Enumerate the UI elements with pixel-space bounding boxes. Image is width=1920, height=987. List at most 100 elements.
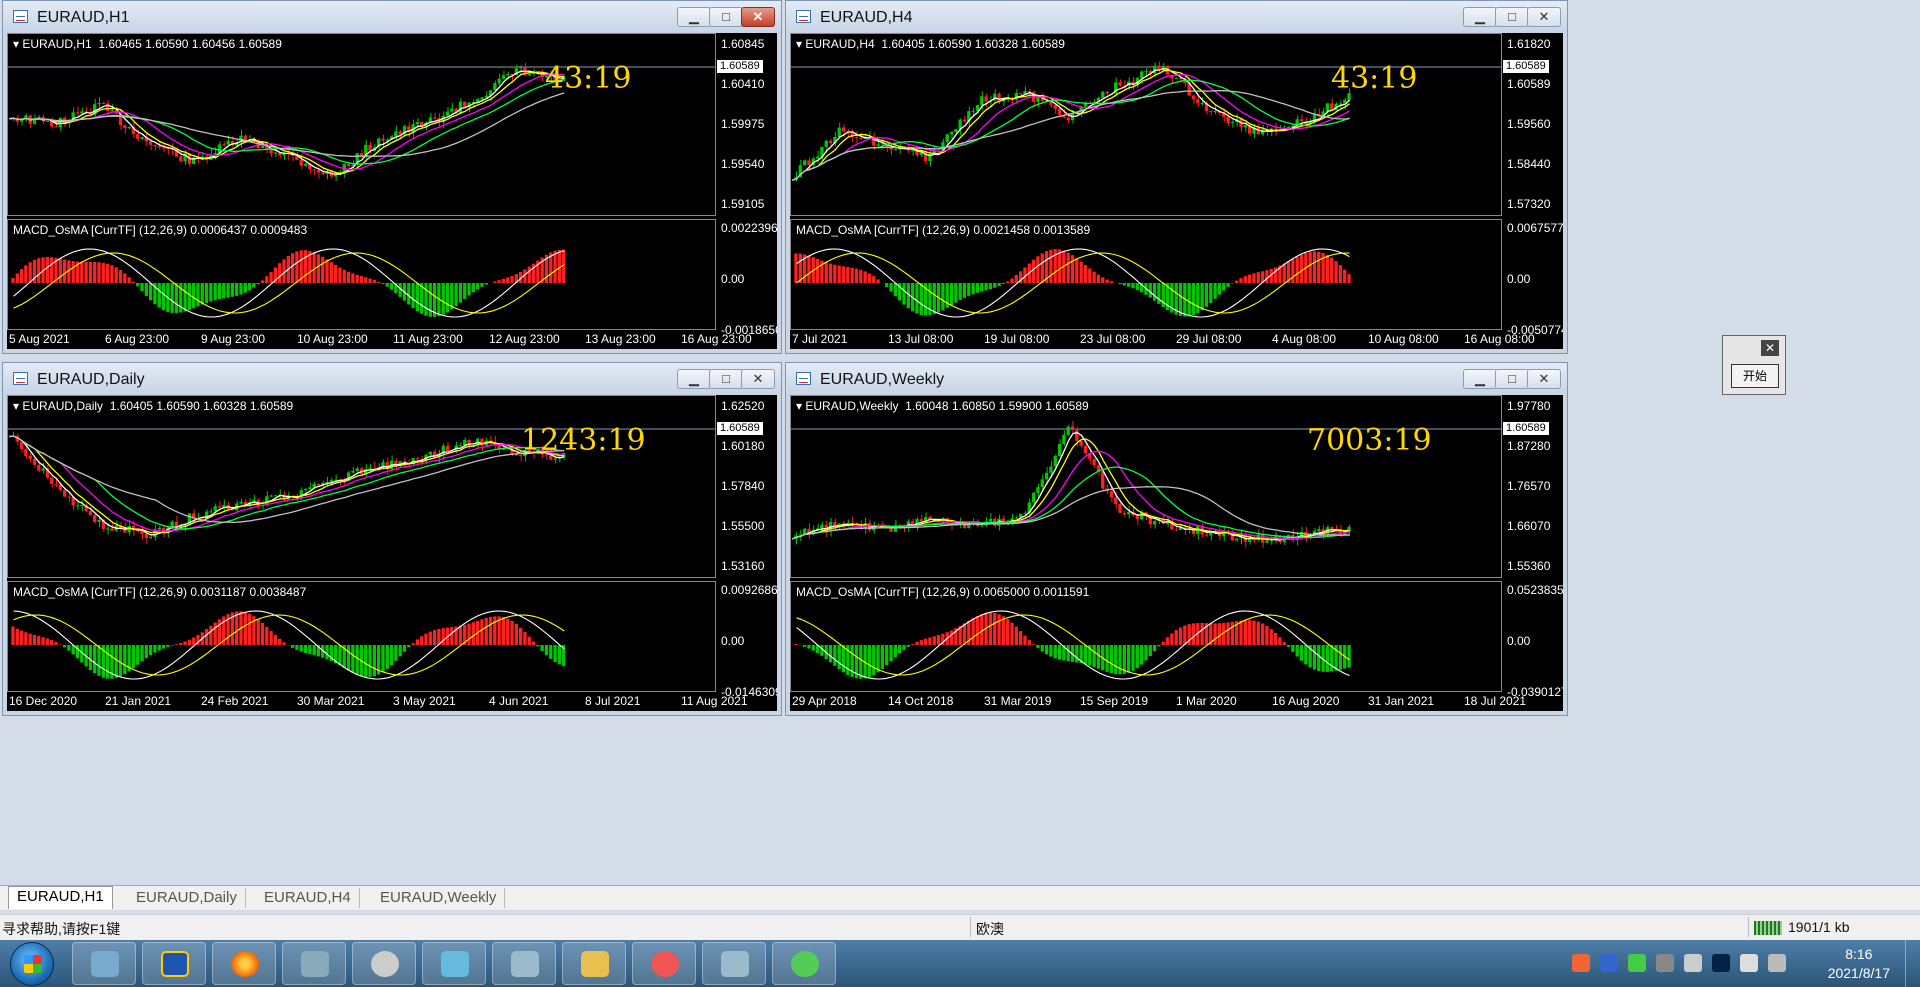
time-axis-label: 9 Aug 23:00 (201, 332, 266, 346)
chart-window-daily[interactable]: EURAUD,Daily ▁ □ ✕ ▾ EURAUD,Daily 1.6040… (2, 362, 782, 716)
price-axis-label: 1.59105 (721, 197, 765, 211)
time-axis-label: 16 Dec 2020 (9, 694, 78, 708)
status-bar: 寻求帮助,请按F1键 欧澳 1901/1 kb (0, 914, 1920, 941)
status-profile: 欧澳 (976, 921, 1004, 937)
show-desktop-button[interactable] (1905, 940, 1920, 987)
close-button[interactable]: ✕ (1527, 369, 1561, 389)
signal-icon[interactable] (1768, 954, 1786, 972)
time-axis-label: 1 Mar 2020 (1176, 694, 1237, 708)
status-traffic: 1901/1 kb (1788, 919, 1850, 935)
system-clock[interactable]: 8:16 2021/8/17 (1828, 940, 1890, 981)
ohlc-header: ▾ EURAUD,H4 1.60405 1.60590 1.60328 1.60… (796, 37, 1065, 51)
time-axis-label: 24 Feb 2021 (201, 694, 269, 708)
minimize-button[interactable]: ▁ (677, 369, 711, 389)
close-button[interactable]: ✕ (741, 369, 775, 389)
price-axis-label: 1.57840 (721, 479, 765, 493)
time-axis-label: 11 Aug 23:00 (393, 332, 463, 346)
tray-app-icon[interactable] (1572, 954, 1590, 972)
window-titlebar[interactable]: EURAUD,H1 ▁ □ ✕ (3, 1, 781, 33)
game-icon[interactable] (632, 942, 696, 985)
monitor-icon[interactable] (1712, 954, 1730, 972)
macd-axis-label: 0.0067577 (1507, 221, 1563, 235)
mute-icon[interactable] (1740, 954, 1758, 972)
chart-canvas[interactable]: ▾ EURAUD,Daily 1.60405 1.60590 1.60328 1… (7, 395, 777, 711)
maximize-button[interactable]: □ (1495, 369, 1529, 389)
macd-indicator-label: MACD_OsMA [CurrTF] (12,26,9) 0.0031187 0… (13, 585, 307, 599)
time-axis-label: 15 Sep 2019 (1080, 694, 1149, 708)
chart-canvas[interactable]: ▾ EURAUD,Weekly 1.60048 1.60850 1.59900 … (790, 395, 1563, 711)
chart-tab-bar: EURAUD,H1 EURAUD,Daily EURAUD,H4 EURAUD,… (0, 885, 1920, 910)
tab-euraud-daily[interactable]: EURAUD,Daily (128, 888, 246, 908)
shield-icon[interactable] (1600, 954, 1618, 972)
start-button[interactable]: 开始 (1731, 364, 1779, 388)
connection-bars-icon (1754, 921, 1782, 935)
price-axis-label: 1.59975 (721, 117, 765, 131)
dialog-close-button[interactable]: ✕ (1761, 340, 1779, 356)
time-axis-label: 10 Aug 08:00 (1368, 332, 1439, 346)
notepad-icon[interactable] (422, 942, 486, 985)
close-button[interactable]: ✕ (1527, 7, 1561, 27)
firefox-icon[interactable] (212, 942, 276, 985)
chart-window-h4[interactable]: EURAUD,H4 ▁ □ ✕ ▾ EURAUD,H4 1.60405 1.60… (785, 0, 1568, 354)
macd-axis-label: 0.0022396 (721, 221, 777, 235)
tab-euraud-weekly[interactable]: EURAUD,Weekly (372, 888, 506, 908)
window-titlebar[interactable]: EURAUD,Weekly ▁ □ ✕ (786, 363, 1567, 395)
minimize-button[interactable]: ▁ (1463, 7, 1497, 27)
tab-euraud-h4[interactable]: EURAUD,H4 (256, 888, 360, 908)
maximize-button[interactable]: □ (1495, 7, 1529, 27)
current-price-tag: 1.60589 (717, 60, 763, 73)
wechat-tray-icon[interactable] (1628, 954, 1646, 972)
price-axis-label: 1.60845 (721, 37, 765, 51)
maximize-button[interactable]: □ (709, 7, 743, 27)
chart-window-weekly[interactable]: EURAUD,Weekly ▁ □ ✕ ▾ EURAUD,Weekly 1.60… (785, 362, 1568, 716)
price-axis-label: 1.59560 (1507, 117, 1551, 131)
wechat-icon[interactable] (772, 942, 836, 985)
time-axis-label: 16 Aug 2020 (1272, 694, 1340, 708)
start-dialog: ✕ 开始 (1722, 335, 1786, 395)
time-axis-label: 16 Aug 23:00 (681, 332, 752, 346)
bar-countdown-timer: 43:19 (1331, 61, 1418, 96)
price-axis-label: 1.59540 (721, 157, 765, 171)
time-axis-label: 23 Jul 08:00 (1080, 332, 1146, 346)
contacts-icon[interactable] (72, 942, 136, 985)
chart-tool-icon[interactable] (492, 942, 556, 985)
bar-countdown-timer: 43:19 (545, 61, 632, 96)
chart-window-h1[interactable]: EURAUD,H1 ▁ □ ✕ ▾ EURAUD,H1 1.60465 1.60… (2, 0, 782, 354)
price-axis-label: 1.60410 (721, 77, 765, 91)
minimize-button[interactable]: ▁ (677, 7, 711, 27)
window-titlebar[interactable]: EURAUD,Daily ▁ □ ✕ (3, 363, 781, 395)
folder-icon[interactable] (562, 942, 626, 985)
ohlc-header: ▾ EURAUD,Daily 1.60405 1.60590 1.60328 1… (13, 399, 294, 413)
price-axis-label: 1.55360 (1507, 559, 1551, 573)
price-axis-label: 1.87280 (1507, 439, 1551, 453)
time-axis-label: 21 Jan 2021 (105, 694, 172, 708)
price-axis-label: 1.62520 (721, 399, 765, 413)
volume-icon[interactable] (1684, 954, 1702, 972)
close-button[interactable]: ✕ (741, 7, 775, 27)
chart-canvas[interactable]: ▾ EURAUD,H4 1.60405 1.60590 1.60328 1.60… (790, 33, 1563, 349)
window-titlebar[interactable]: EURAUD,H4 ▁ □ ✕ (786, 1, 1567, 33)
mt4-icon[interactable] (282, 942, 346, 985)
macd-axis-label: 0.00 (1507, 272, 1531, 286)
time-axis-label: 3 May 2021 (393, 694, 456, 708)
chart-tool-icon-2[interactable] (702, 942, 766, 985)
ohlc-header: ▾ EURAUD,H1 1.60465 1.60590 1.60456 1.60… (13, 37, 282, 51)
current-price-tag: 1.60589 (717, 422, 763, 435)
macd-axis-label: 0.0523835 (1507, 583, 1563, 597)
scanner-icon[interactable] (352, 942, 416, 985)
minimize-button[interactable]: ▁ (1463, 369, 1497, 389)
maximize-button[interactable]: □ (709, 369, 743, 389)
time-axis-label: 10 Aug 23:00 (297, 332, 368, 346)
macd-axis-label: 0.00 (721, 634, 745, 648)
chart-canvas[interactable]: ▾ EURAUD,H1 1.60465 1.60590 1.60456 1.60… (7, 33, 777, 349)
chart-window-icon (13, 372, 28, 385)
dollar-icon[interactable] (142, 942, 206, 985)
network-icon[interactable] (1656, 954, 1674, 972)
time-axis-label: 7 Jul 2021 (792, 332, 848, 346)
tab-euraud-h1[interactable]: EURAUD,H1 (8, 886, 113, 909)
time-axis-label: 13 Jul 08:00 (888, 332, 954, 346)
taskbar: 8:16 2021/8/17 (0, 940, 1920, 987)
price-axis-label: 1.97780 (1507, 399, 1551, 413)
bar-countdown-timer: 7003:19 (1307, 423, 1432, 458)
start-orb-icon[interactable] (10, 942, 54, 986)
